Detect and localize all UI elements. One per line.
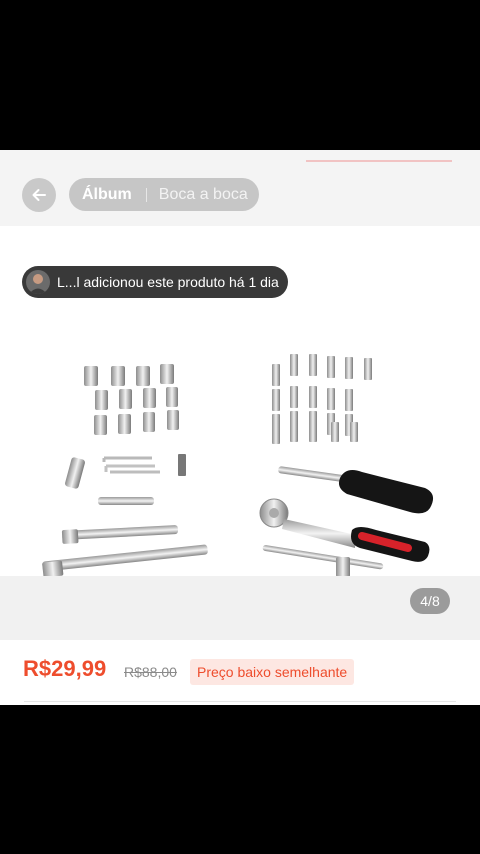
gallery-footer: 4/8 — [0, 576, 480, 640]
adapters-and-keys — [65, 454, 186, 505]
album-review-switch: Álbum Boca a boca — [69, 178, 259, 211]
notice-text: L...l adicionou este produto há 1 dia — [57, 274, 279, 290]
tab-album[interactable]: Álbum — [82, 186, 132, 204]
tab-boca-a-boca[interactable]: Boca a boca — [159, 186, 248, 204]
tab-separator — [145, 187, 147, 202]
original-price: R$88,00 — [124, 664, 177, 680]
price-row: R$29,99 R$88,00 Preço baixo semelhante — [0, 640, 480, 702]
image-counter: 4/8 — [410, 588, 450, 614]
user-avatar-icon — [29, 274, 47, 294]
back-arrow-icon — [32, 189, 46, 201]
accent-line — [306, 160, 452, 162]
back-button[interactable] — [22, 178, 56, 212]
similar-low-price-badge[interactable]: Preço baixo semelhante — [190, 659, 355, 685]
divider — [24, 701, 456, 702]
extension-bars — [42, 525, 208, 578]
screwdriver — [278, 466, 434, 514]
socket-set — [84, 364, 179, 435]
avatar — [26, 270, 50, 294]
product-detail-screen: Álbum Boca a boca L...l adicionou este p… — [0, 150, 480, 705]
bit-set — [272, 354, 372, 444]
current-price: R$29,99 — [23, 656, 107, 681]
top-bar: Álbum Boca a boca — [0, 150, 480, 226]
activity-notice: L...l adicionou este produto há 1 dia — [22, 266, 288, 298]
